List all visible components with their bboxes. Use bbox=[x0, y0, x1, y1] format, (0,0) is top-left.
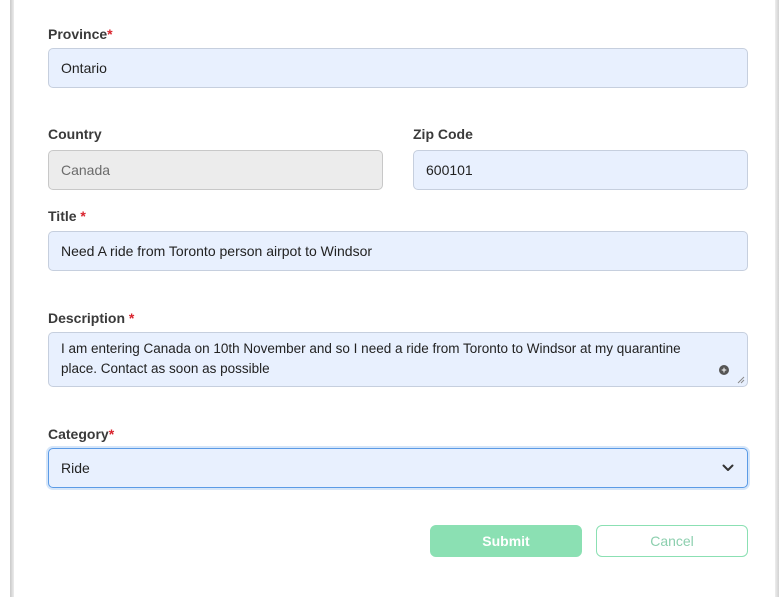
zip-code-label: Zip Code bbox=[413, 126, 473, 142]
category-label-text: Category bbox=[48, 426, 109, 442]
description-value: I am entering Canada on 10th November an… bbox=[61, 341, 681, 376]
left-panel-edge bbox=[10, 0, 14, 597]
country-label-text: Country bbox=[48, 126, 102, 142]
country-input: Canada bbox=[48, 150, 383, 190]
cancel-button-label: Cancel bbox=[650, 533, 694, 549]
required-marker: * bbox=[107, 26, 113, 42]
title-label-text: Title bbox=[48, 208, 77, 224]
submit-button[interactable]: Submit bbox=[430, 525, 582, 557]
description-label-text: Description bbox=[48, 310, 126, 326]
submit-button-label: Submit bbox=[482, 533, 530, 549]
chevron-down-icon bbox=[721, 461, 735, 475]
zip-code-value: 600101 bbox=[426, 162, 473, 178]
required-marker: * bbox=[128, 310, 135, 326]
ride-request-form: Province* Ontario Country Canada Zip Cod… bbox=[0, 0, 782, 597]
zip-code-input[interactable]: 600101 bbox=[413, 150, 748, 190]
province-label: Province* bbox=[48, 26, 113, 42]
title-label: Title * bbox=[48, 208, 86, 224]
description-textarea[interactable]: I am entering Canada on 10th November an… bbox=[48, 332, 748, 387]
province-input[interactable]: Ontario bbox=[48, 48, 748, 88]
title-input[interactable]: Need A ride from Toronto person airpot t… bbox=[48, 231, 748, 271]
country-label: Country bbox=[48, 126, 102, 142]
description-label: Description * bbox=[48, 310, 134, 326]
country-value: Canada bbox=[61, 162, 111, 178]
right-panel-edge bbox=[775, 0, 779, 597]
zip-code-label-text: Zip Code bbox=[413, 126, 473, 142]
plus-circle-icon[interactable]: + bbox=[719, 365, 729, 375]
title-value: Need A ride from Toronto person airpot t… bbox=[61, 243, 373, 259]
resize-handle-icon[interactable] bbox=[737, 376, 745, 384]
province-value: Ontario bbox=[61, 60, 107, 76]
required-marker: * bbox=[80, 208, 86, 224]
province-label-text: Province bbox=[48, 26, 108, 42]
category-selected-value: Ride bbox=[61, 460, 90, 476]
required-marker: * bbox=[108, 426, 115, 442]
category-select[interactable]: Ride bbox=[48, 448, 748, 488]
category-label: Category* bbox=[48, 426, 114, 442]
cancel-button[interactable]: Cancel bbox=[596, 525, 748, 557]
